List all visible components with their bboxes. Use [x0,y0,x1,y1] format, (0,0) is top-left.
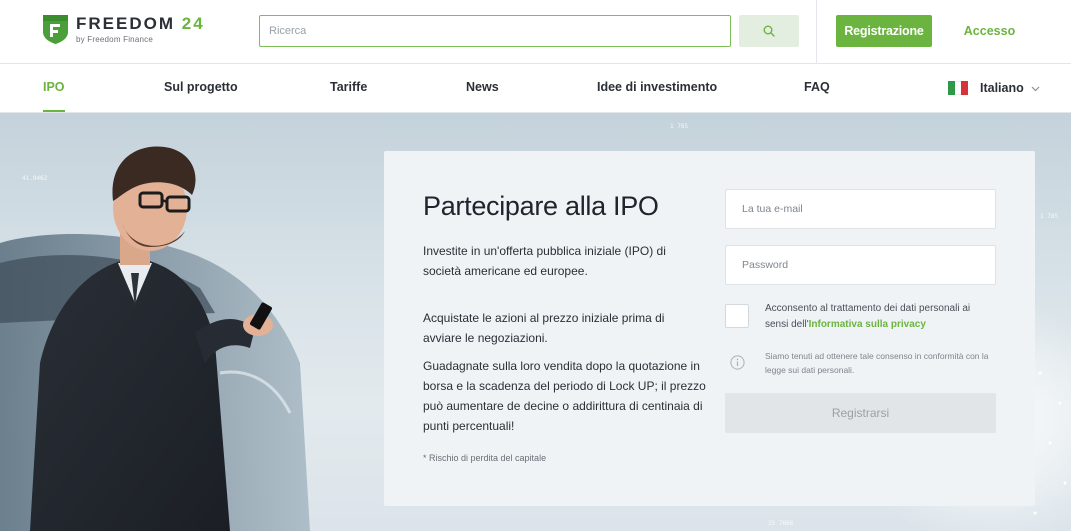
nav-item-faq[interactable]: FAQ [804,64,830,112]
risk-footnote: * Rischio di perdita del capitale [423,453,547,463]
logo-number: 24 [181,14,205,33]
buy-paragraph: Acquistate le azioni al prezzo iniziale … [423,311,665,345]
consent-label: Acconsento al trattamento dei dati perso… [765,301,995,333]
intro-paragraph: Investite in un'offerta pubblica inizial… [423,244,666,278]
register-button[interactable]: Registrazione [836,15,932,47]
logo-wordmark: FREEDOM [76,14,175,33]
submit-register-button[interactable]: Registrarsi [725,393,996,433]
search-button[interactable] [739,15,799,47]
ipo-signup-card: Partecipare alla IPO Investite in un'off… [384,151,1035,506]
logo-tagline: by Freedom Finance [76,35,153,44]
freedom24-logo[interactable]: FREEDOM 24 by Freedom Finance [43,15,205,44]
businessman-with-phone-illustration [0,146,310,531]
search-icon [763,25,775,37]
card-title: Partecipare alla IPO [423,191,659,221]
header-divider [816,0,817,64]
password-field[interactable] [725,245,996,285]
ticker-text: 25 7668 [768,520,794,527]
language-selector[interactable]: Italiano [948,64,1040,112]
chevron-down-icon [1031,86,1040,91]
ticker-text: 1 785 [670,123,689,130]
nav-item-idee-di-investimento[interactable]: Idee di investimento [597,64,717,112]
nav-item-news[interactable]: News [466,64,499,112]
shield-logo-icon [43,15,68,44]
info-icon [730,355,745,370]
consent-checkbox[interactable] [725,304,749,328]
email-field[interactable] [725,189,996,229]
nav-item-tariffe[interactable]: Tariffe [330,64,367,112]
main-nav: IPO Sul progetto Tariffe News Idee di in… [0,64,1071,113]
consent-info-text: Siamo tenuti ad ottenere tale consenso i… [765,351,989,375]
login-link[interactable]: Accesso [952,15,1027,47]
top-header: FREEDOM 24 by Freedom Finance Registrazi… [0,0,1071,64]
nav-item-ipo[interactable]: IPO [43,64,65,112]
language-label: Italiano [980,81,1024,95]
privacy-policy-link[interactable]: Informativa sulla privacy [809,319,926,330]
ticker-text: 1 785 [1040,213,1059,220]
nav-item-sul-progetto[interactable]: Sul progetto [164,64,238,112]
search-input[interactable] [259,15,731,47]
italy-flag-icon [948,81,969,95]
profit-paragraph: Guadagnate sulla loro vendita dopo la qu… [423,359,706,433]
